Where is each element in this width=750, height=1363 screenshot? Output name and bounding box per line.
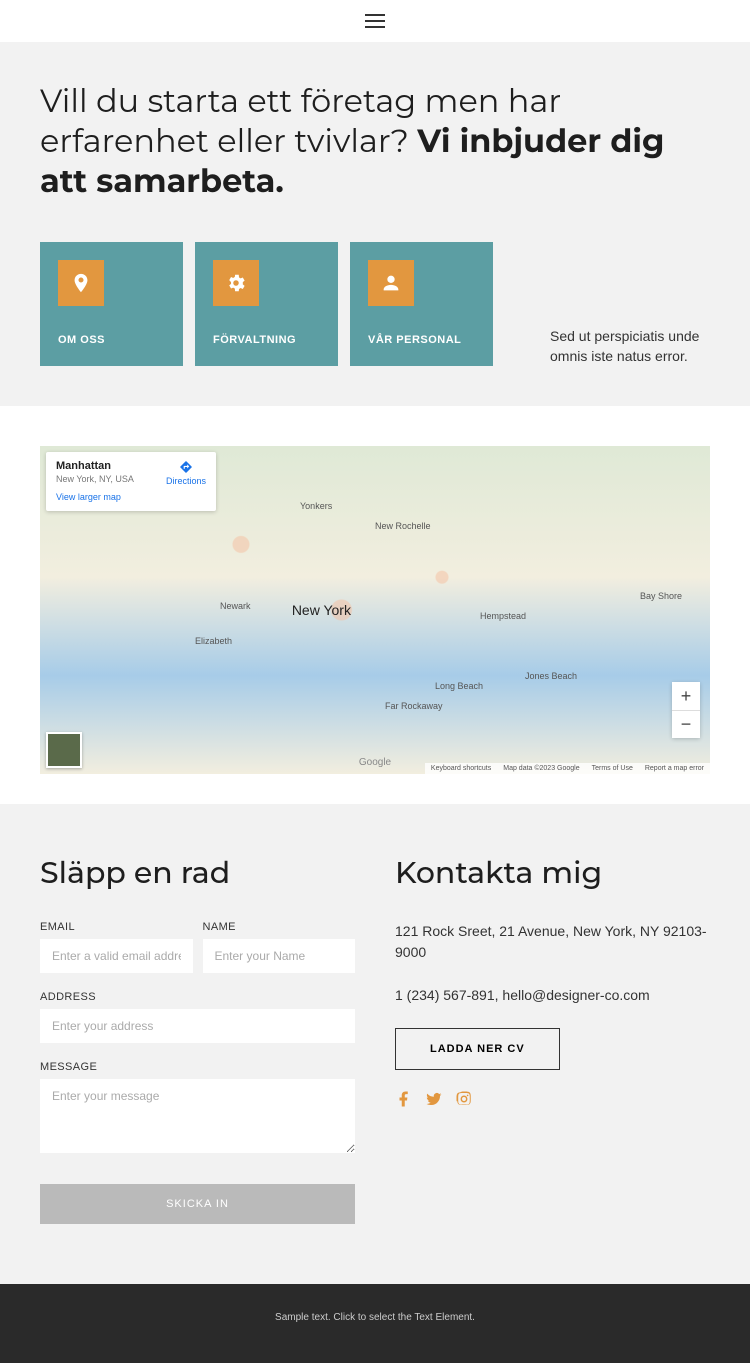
download-cv-button[interactable]: LADDA NER CV: [395, 1028, 560, 1070]
card-label: VÅR PERSONAL: [368, 334, 475, 346]
form-column: Släpp en rad EMAIL NAME ADDRESS MESSAGE …: [40, 854, 355, 1224]
map-footer-item: Map data ©2023 Google: [503, 765, 579, 772]
contact-section: Släpp en rad EMAIL NAME ADDRESS MESSAGE …: [0, 804, 750, 1284]
map-attribution: Keyboard shortcuts Map data ©2023 Google…: [425, 763, 710, 774]
map-city-label: Yonkers: [300, 501, 332, 511]
card-label: OM OSS: [58, 334, 165, 346]
email-label: EMAIL: [40, 921, 193, 933]
submit-button[interactable]: SKICKA IN: [40, 1184, 355, 1224]
hero-section: Vill du starta ett företag men har erfar…: [0, 42, 750, 406]
map-city-label: Newark: [220, 601, 251, 611]
map-city-label: Hempstead: [480, 611, 526, 621]
pin-icon: [58, 260, 104, 306]
gear-icon: [213, 260, 259, 306]
map-info-card: Directions Manhattan New York, NY, USA V…: [46, 452, 216, 511]
footer: Sample text. Click to select the Text El…: [0, 1284, 750, 1363]
map-satellite-thumb[interactable]: [46, 732, 82, 768]
map-center-label: New York: [292, 602, 351, 618]
map-footer-item[interactable]: Report a map error: [645, 765, 704, 772]
map-city-label: Far Rockaway: [385, 701, 443, 711]
facebook-icon[interactable]: [395, 1090, 413, 1108]
google-logo: Google: [359, 757, 391, 768]
name-field[interactable]: [203, 939, 356, 973]
card-management[interactable]: FÖRVALTNING: [195, 242, 338, 366]
map-section: Directions Manhattan New York, NY, USA V…: [0, 406, 750, 804]
map-city-label: Jones Beach: [525, 671, 577, 681]
twitter-icon[interactable]: [425, 1090, 443, 1108]
social-icons: [395, 1090, 710, 1108]
contact-phone-email: 1 (234) 567-891, hello@designer-co.com: [395, 985, 710, 1006]
message-label: MESSAGE: [40, 1061, 355, 1073]
contact-column: Kontakta mig 121 Rock Sreet, 21 Avenue, …: [395, 854, 710, 1224]
map-city-label: Elizabeth: [195, 636, 232, 646]
instagram-icon[interactable]: [455, 1090, 473, 1108]
card-label: FÖRVALTNING: [213, 334, 320, 346]
directions-button[interactable]: Directions: [166, 460, 206, 486]
address-field[interactable]: [40, 1009, 355, 1043]
map-city-label: New Rochelle: [375, 521, 431, 531]
map-footer-item[interactable]: Terms of Use: [592, 765, 633, 772]
menu-icon[interactable]: [365, 14, 385, 28]
header: [0, 0, 750, 42]
zoom-in-button[interactable]: +: [672, 682, 700, 710]
map-footer-item[interactable]: Keyboard shortcuts: [431, 765, 491, 772]
user-icon: [368, 260, 414, 306]
footer-text[interactable]: Sample text. Click to select the Text El…: [275, 1312, 475, 1323]
card-staff[interactable]: VÅR PERSONAL: [350, 242, 493, 366]
message-field[interactable]: [40, 1079, 355, 1153]
zoom-out-button[interactable]: −: [672, 710, 700, 738]
directions-label: Directions: [166, 476, 206, 486]
map-city-label: Long Beach: [435, 681, 483, 691]
map[interactable]: Directions Manhattan New York, NY, USA V…: [40, 446, 710, 774]
contact-heading: Kontakta mig: [395, 854, 710, 891]
hero-title: Vill du starta ett företag men har erfar…: [40, 82, 710, 202]
hero-side-text: Sed ut perspiciatis unde omnis iste natu…: [550, 242, 710, 366]
email-field[interactable]: [40, 939, 193, 973]
address-label: ADDRESS: [40, 991, 355, 1003]
name-label: NAME: [203, 921, 356, 933]
contact-address: 121 Rock Sreet, 21 Avenue, New York, NY …: [395, 921, 710, 963]
card-about[interactable]: OM OSS: [40, 242, 183, 366]
map-zoom-controls: + −: [672, 682, 700, 738]
form-heading: Släpp en rad: [40, 854, 355, 891]
map-city-label: Bay Shore: [640, 591, 682, 601]
cards-row: OM OSS FÖRVALTNING VÅR PERSONAL Sed ut p…: [40, 242, 710, 366]
view-larger-map-link[interactable]: View larger map: [56, 492, 121, 502]
